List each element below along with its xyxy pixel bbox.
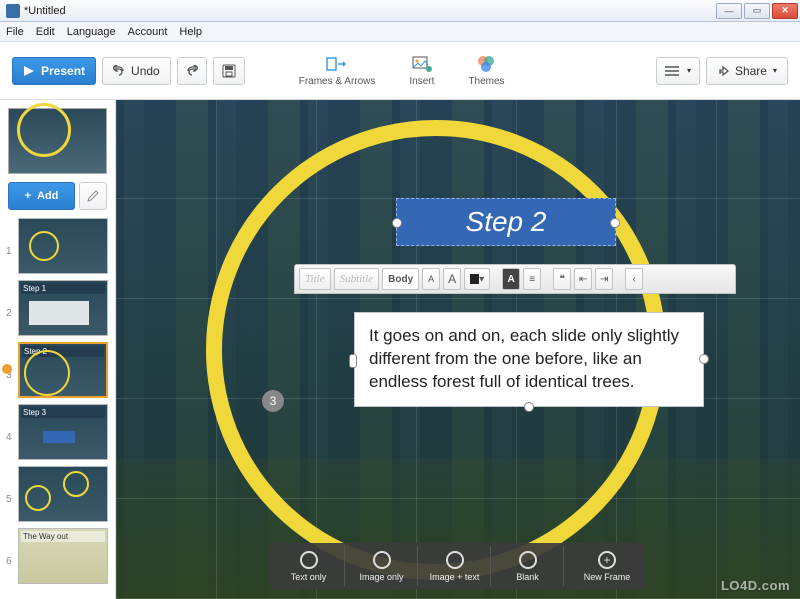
frames-arrows-icon [326, 54, 348, 74]
quote-button[interactable]: ❝ [553, 268, 571, 290]
pencil-icon [87, 190, 99, 202]
window-titlebar: *Untitled — ▭ ✕ [0, 0, 800, 22]
frametype-image-only[interactable]: Image only [346, 546, 418, 586]
window-minimize-button[interactable]: — [716, 3, 742, 19]
text-format-toolbar: Title Subtitle Body A A ▾ A ≡ ❝ ⇤ ⇥ ‹ [294, 264, 736, 294]
frame-title[interactable]: Step 2 [396, 198, 616, 246]
frametype-blank[interactable]: Blank [492, 546, 564, 586]
caret-down-icon: ▾ [687, 66, 691, 75]
style-title[interactable]: Title [299, 268, 331, 290]
frametype-image-text[interactable]: Image + text [419, 546, 491, 586]
resize-handle-bottom[interactable] [524, 402, 534, 412]
bold-button[interactable]: A [502, 268, 520, 290]
bullet-list-button[interactable]: ≡ [523, 268, 541, 290]
view-options-button[interactable]: ▾ [656, 57, 700, 85]
thumb-4[interactable]: 4 Step 3 [6, 404, 109, 460]
menu-file[interactable]: File [6, 26, 24, 38]
add-frame-button[interactable]: + Add [8, 182, 75, 210]
frametype-text-only[interactable]: Text only [273, 546, 345, 586]
frames-arrows-label: Frames & Arrows [299, 76, 376, 87]
menubar: File Edit Language Account Help [0, 22, 800, 42]
save-button[interactable] [213, 57, 245, 85]
outdent-button[interactable]: ⇤ [574, 268, 592, 290]
present-button[interactable]: Present [12, 57, 96, 85]
insert-icon [411, 54, 433, 74]
overview-thumbnail[interactable] [8, 108, 107, 174]
more-button[interactable]: ‹ [625, 268, 643, 290]
path-thumbnails: 1 2 Step 1 3 Step 2 4 Step 3 5 6 The Way [0, 216, 115, 599]
app-icon [6, 4, 20, 18]
edit-path-button[interactable] [79, 182, 107, 210]
menu-help[interactable]: Help [179, 26, 202, 38]
sidebar: + Add 1 2 Step 1 3 Step 2 4 Step 3 [0, 100, 116, 599]
share-icon [717, 65, 729, 77]
indent-button[interactable]: ⇥ [595, 268, 613, 290]
redo-button[interactable] [177, 57, 207, 85]
share-label: Share [735, 64, 767, 78]
window-maximize-button[interactable]: ▭ [744, 3, 770, 19]
main-area: + Add 1 2 Step 1 3 Step 2 4 Step 3 [0, 100, 800, 599]
resize-handle-left[interactable] [349, 354, 357, 368]
redo-icon [186, 65, 198, 77]
menu-account[interactable]: Account [128, 26, 168, 38]
font-size-dec[interactable]: A [422, 268, 440, 290]
menu-language[interactable]: Language [67, 26, 116, 38]
themes-tool[interactable]: Themes [454, 54, 518, 87]
themes-icon [475, 54, 497, 74]
undo-button[interactable]: Undo [102, 57, 171, 85]
list-icon [665, 66, 679, 76]
thumb-1[interactable]: 1 [6, 218, 109, 274]
save-icon [222, 64, 236, 78]
text-editor: Title Subtitle Body A A ▾ A ≡ ❝ ⇤ ⇥ ‹ It… [294, 264, 736, 407]
style-body[interactable]: Body [382, 268, 419, 290]
undo-icon [113, 65, 125, 77]
frame-type-bar: Text only Image only Image + text Blank … [270, 543, 646, 589]
thumb-6[interactable]: 6 The Way out [6, 528, 109, 584]
new-frame-button[interactable]: New Frame [571, 546, 643, 586]
share-button[interactable]: Share ▾ [706, 57, 788, 85]
body-text: It goes on and on, each slide only sligh… [369, 326, 679, 391]
resize-handle-right[interactable] [699, 354, 709, 364]
thumb-2[interactable]: 2 Step 1 [6, 280, 109, 336]
thumb-3[interactable]: 3 Step 2 [6, 342, 109, 398]
play-icon [23, 65, 35, 77]
themes-label: Themes [468, 76, 504, 87]
thumb-5[interactable]: 5 [6, 466, 109, 522]
body-textbox[interactable]: It goes on and on, each slide only sligh… [354, 312, 704, 407]
toolbar: Present Undo Frames & Arrows Insert Them… [0, 42, 800, 100]
insert-label: Insert [409, 76, 434, 87]
window-close-button[interactable]: ✕ [772, 3, 798, 19]
undo-label: Undo [131, 64, 160, 78]
watermark: LO4D.com [721, 578, 790, 593]
caret-down-icon: ▾ [773, 66, 777, 75]
font-size-inc[interactable]: A [443, 268, 461, 290]
present-label: Present [41, 64, 85, 78]
add-label: Add [37, 190, 58, 202]
frames-arrows-tool[interactable]: Frames & Arrows [285, 54, 390, 87]
menu-edit[interactable]: Edit [36, 26, 55, 38]
path-step-badge[interactable]: 3 [262, 390, 284, 412]
insert-tool[interactable]: Insert [395, 54, 448, 87]
window-title: *Untitled [24, 5, 716, 17]
canvas[interactable]: Step 2 3 Title Subtitle Body A A ▾ A ≡ ❝… [116, 100, 800, 599]
text-color[interactable]: ▾ [464, 268, 490, 290]
plus-icon: + [25, 190, 31, 202]
style-subtitle[interactable]: Subtitle [334, 268, 380, 290]
